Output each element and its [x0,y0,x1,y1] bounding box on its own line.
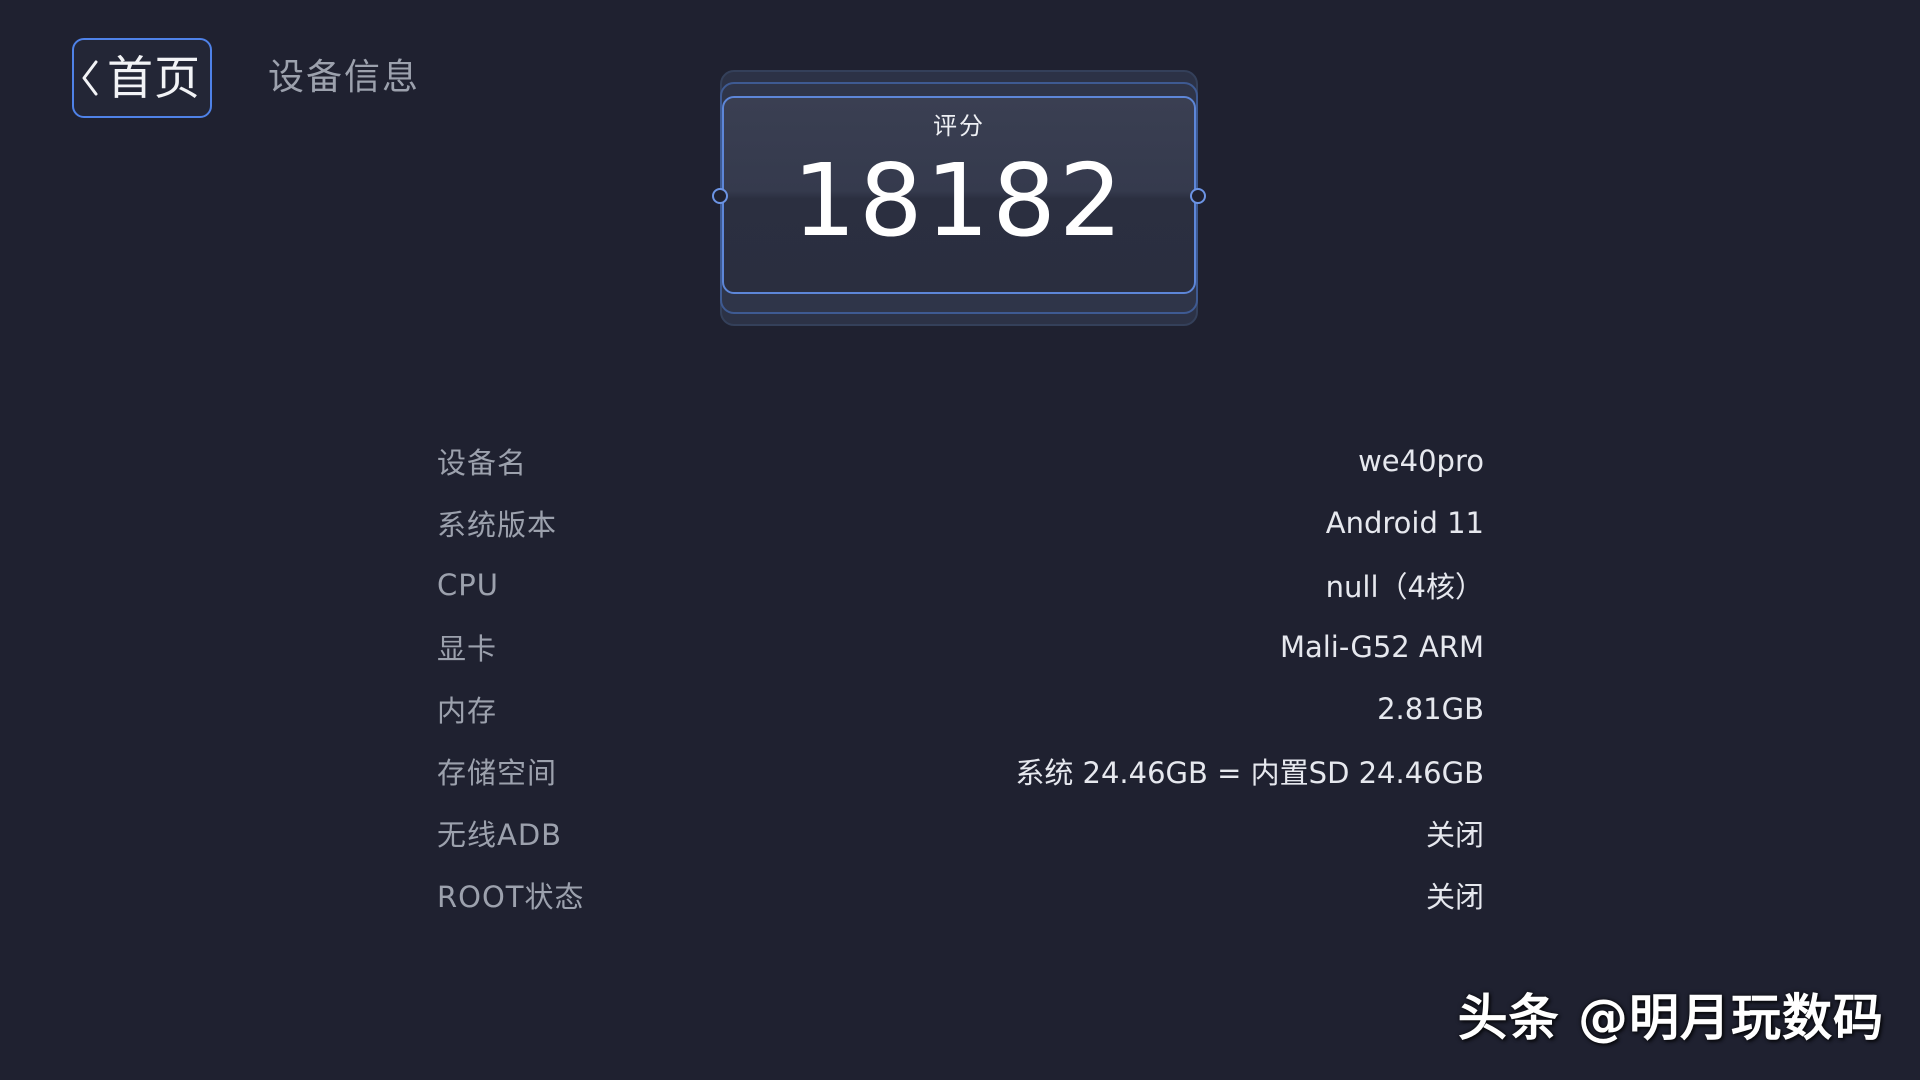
info-key: 设备名 [437,446,528,480]
info-key: ROOT状态 [437,880,585,914]
score-value: 18182 [792,142,1126,259]
info-value: null（4核） [1325,570,1484,604]
info-row-root-status: ROOT状态 关闭 [437,864,1484,926]
info-key: 无线ADB [437,818,563,852]
watermark: 头条 @明月玩数码 [1457,989,1884,1047]
info-value: 关闭 [1425,818,1484,852]
back-home-button[interactable]: 首页 [72,38,212,118]
info-key: CPU [437,568,499,602]
info-value: we40pro [1358,444,1484,478]
score-card: 评分 18182 [712,70,1206,326]
info-row-system-version: 系统版本 Android 11 [437,492,1484,554]
info-row-gpu: 显卡 Mali-G52 ARM [437,616,1484,678]
info-row-cpu: CPU null（4核） [437,554,1484,616]
info-key: 显卡 [437,632,498,666]
info-value: Android 11 [1325,506,1484,540]
info-value: 2.81GB [1377,692,1484,726]
score-label: 评分 [933,112,985,140]
info-value: 系统 24.46GB = 内置SD 24.46GB [1015,756,1484,790]
info-row-wireless-adb: 无线ADB 关闭 [437,802,1484,864]
info-key: 内存 [437,694,498,728]
device-info-list: 设备名 we40pro 系统版本 Android 11 CPU null（4核）… [437,430,1484,926]
info-row-storage: 存储空间 系统 24.46GB = 内置SD 24.46GB [437,740,1484,802]
info-value: Mali-G52 ARM [1279,630,1484,664]
info-row-device-name: 设备名 we40pro [437,430,1484,492]
info-value: 关闭 [1425,880,1484,914]
page-title: 设备信息 [268,57,421,98]
info-key: 系统版本 [437,508,558,542]
info-row-memory: 内存 2.81GB [437,678,1484,740]
back-button-label: 首页 [107,51,201,105]
chevron-left-icon [77,58,103,98]
info-key: 存储空间 [437,756,558,790]
